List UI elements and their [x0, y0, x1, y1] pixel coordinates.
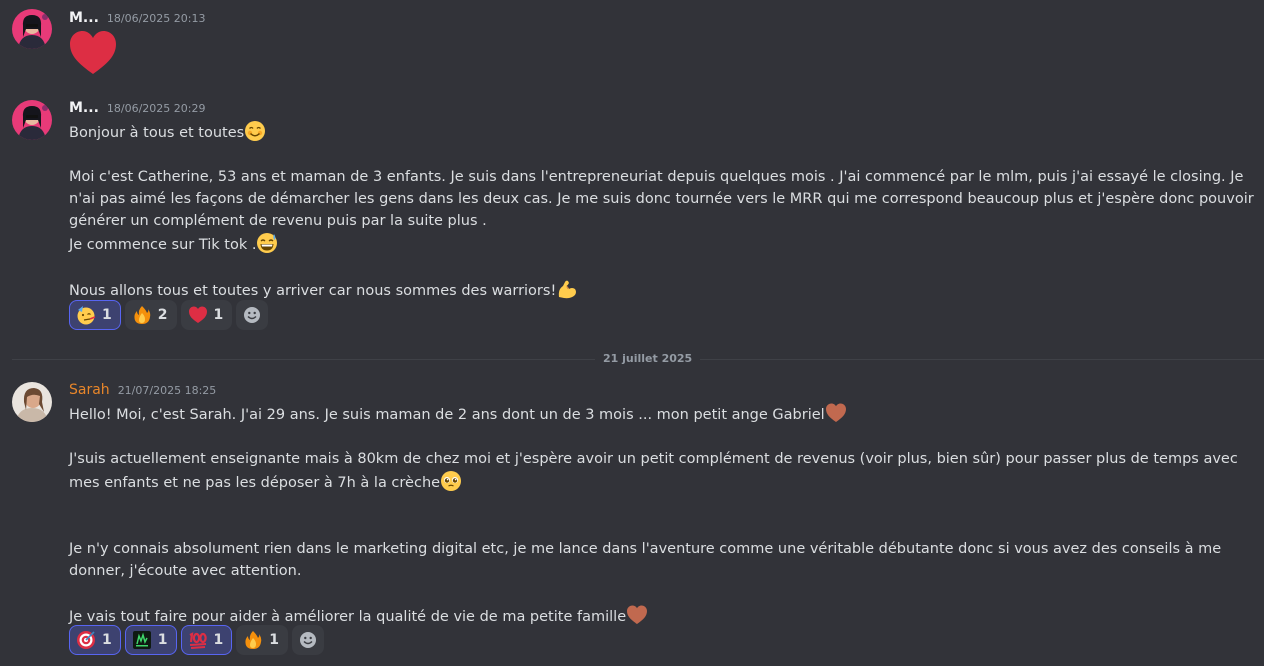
timestamp: 18/06/2025 20:13 [106, 12, 206, 25]
line-text: J'suis actuellement enseignante mais à 8… [69, 451, 1238, 491]
reaction-count: 1 [102, 307, 112, 323]
brown-heart-icon [825, 403, 846, 422]
fire-icon [134, 306, 150, 324]
message-line [69, 494, 1254, 516]
red-heart-icon [188, 306, 207, 323]
message-line: J'suis actuellement enseignante mais à 8… [69, 448, 1254, 494]
line-text: Hello! Moi, c'est Sarah. J'ai 29 ans. Je… [69, 407, 825, 423]
reaction-partying-face[interactable]: 1 [69, 300, 121, 330]
avatar[interactable] [12, 9, 52, 49]
message-line [69, 426, 1254, 448]
add-reaction-icon [244, 307, 261, 323]
reaction-fire[interactable]: 1 [236, 625, 288, 655]
message-header: M... 18/06/2025 20:13 [69, 10, 206, 26]
message-line [69, 516, 1254, 538]
reaction-red-heart[interactable]: 1 [180, 300, 233, 330]
avatar[interactable] [12, 100, 52, 140]
message-content: Bonjour à tous et toutes Moi c'est Cathe… [69, 120, 1254, 302]
author-name[interactable]: M... [69, 100, 99, 116]
timestamp: 18/06/2025 20:29 [106, 102, 206, 115]
message-line [69, 582, 1254, 604]
add-reaction-button[interactable] [236, 300, 269, 330]
message-line [69, 144, 1254, 166]
pleading-face-icon [441, 471, 462, 491]
fire-icon [245, 631, 262, 649]
author-name[interactable]: M... [69, 10, 99, 26]
reaction-count: 1 [102, 632, 112, 648]
message-header: M... 18/06/2025 20:29 [69, 100, 206, 116]
line-text: Je commence sur Tik tok . [69, 237, 257, 253]
message-line: Nous allons tous et toutes y arriver car… [69, 278, 1254, 302]
reaction-custom-sticker[interactable]: 1 [124, 625, 177, 655]
hundred-points-icon [189, 632, 207, 649]
avatar[interactable] [12, 382, 52, 422]
reaction-count: 1 [157, 632, 168, 648]
message-line: Bonjour à tous et toutes [69, 120, 1254, 144]
reaction-direct-hit[interactable]: 1 [69, 625, 121, 655]
grinning-sweat-icon [257, 233, 278, 253]
timestamp: 21/07/2025 18:25 [117, 384, 217, 397]
flexed-biceps-icon [559, 280, 577, 299]
message-header: Sarah 21/07/2025 18:25 [69, 382, 216, 398]
big-heart-emoji [69, 30, 117, 80]
smiling-face-icon [245, 121, 266, 141]
reaction-count: 1 [269, 632, 279, 648]
message-line: Je n'y connais absolument rien dans le m… [69, 541, 1222, 579]
message-content: Hello! Moi, c'est Sarah. J'ai 29 ans. Je… [69, 402, 1254, 628]
message-line: Hello! Moi, c'est Sarah. J'ai 29 ans. Je… [69, 402, 1254, 426]
add-reaction-button[interactable] [292, 625, 324, 655]
author-name[interactable]: Sarah [69, 382, 110, 398]
message-line [69, 256, 1254, 278]
reaction-count: 1 [213, 307, 224, 323]
message-line: Je commence sur Tik tok . [69, 232, 1254, 256]
custom-sticker-icon [132, 631, 151, 649]
date-divider-label: 21 juillet 2025 [595, 352, 701, 365]
reaction-count: 2 [157, 307, 168, 323]
reaction-count: 1 [213, 632, 224, 648]
line-text: Bonjour à tous et toutes [69, 125, 245, 141]
brown-heart-icon [627, 605, 648, 624]
reaction-fire[interactable]: 2 [124, 300, 177, 330]
reactions-bar: 1 2 1 [69, 300, 269, 330]
line-text: Je vais tout faire pour aider à améliore… [69, 609, 627, 625]
reaction-hundred-points[interactable]: 1 [180, 625, 233, 655]
reactions-bar: 1 1 1 1 [69, 625, 324, 655]
line-text: Nous allons tous et toutes y arriver car… [69, 283, 557, 299]
add-reaction-icon [300, 632, 316, 648]
direct-hit-icon [77, 631, 95, 649]
partying-face-icon [77, 306, 96, 325]
message-line: Moi c'est Catherine, 53 ans et maman de … [69, 169, 1254, 229]
